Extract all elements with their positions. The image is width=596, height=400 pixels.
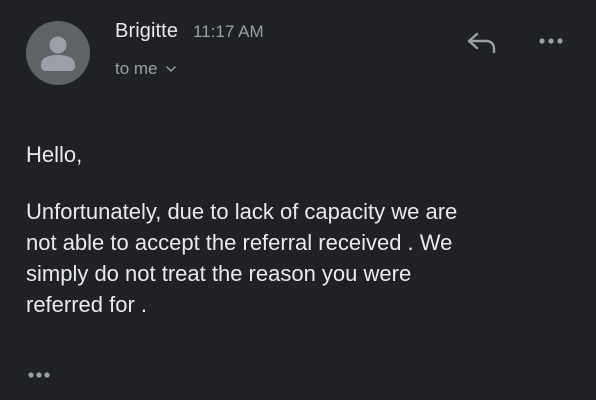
message-body: Unfortunately, due to lack of capacity w…	[26, 196, 566, 320]
sender-name[interactable]: Brigitte	[115, 20, 178, 43]
message-body-line: not able to accept the referral received…	[26, 230, 453, 255]
show-trimmed-content-button[interactable]	[24, 366, 58, 384]
more-horiz-icon	[28, 372, 50, 378]
message-body-line: Unfortunately, due to lack of capacity w…	[26, 199, 458, 224]
person-icon	[41, 36, 75, 71]
message-time: 11:17 AM	[193, 22, 264, 41]
message-body-line: simply do not treat the reason you were	[26, 261, 412, 286]
recipient-details-toggle[interactable]: to me	[115, 59, 177, 79]
recipient-label: to me	[115, 59, 158, 78]
sender-line: Brigitte 11:17 AM	[115, 20, 264, 46]
email-view: Brigitte 11:17 AM to me Hello, Unfortuna…	[0, 0, 596, 400]
chevron-down-icon	[165, 66, 176, 72]
message-greeting: Hello,	[26, 142, 83, 167]
more-horiz-icon	[539, 38, 563, 44]
reply-icon	[467, 32, 496, 54]
more-options-button[interactable]	[536, 30, 568, 52]
message-body-line: referred for .	[26, 292, 148, 317]
avatar[interactable]	[26, 21, 90, 85]
reply-button[interactable]	[464, 28, 500, 56]
